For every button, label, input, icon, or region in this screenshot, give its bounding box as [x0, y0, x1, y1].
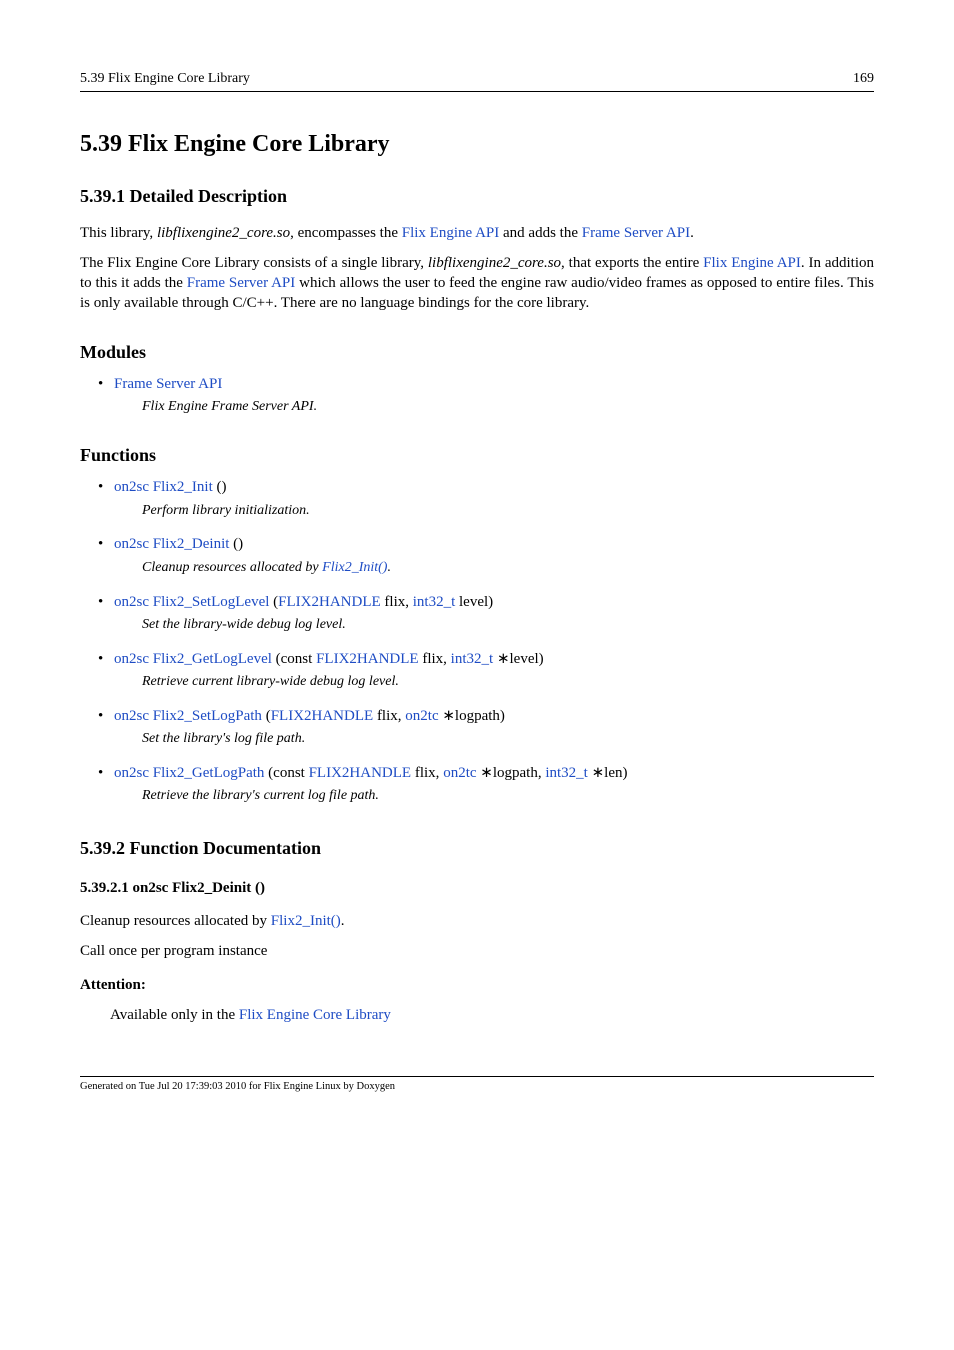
module-link[interactable]: Frame Server API: [114, 376, 222, 392]
list-item: on2sc Flix2_GetLogLevel (const FLIX2HAND…: [114, 649, 874, 692]
functions-list: on2sc Flix2_Init ()Perform library initi…: [80, 477, 874, 806]
api-link[interactable]: on2sc: [114, 708, 149, 724]
list-item: on2sc Flix2_Init ()Perform library initi…: [114, 477, 874, 520]
page-footer: Generated on Tue Jul 20 17:39:03 2010 fo…: [80, 1076, 874, 1094]
api-link[interactable]: on2sc: [114, 479, 149, 495]
frame-server-api-link[interactable]: Frame Server API: [187, 275, 296, 291]
list-item: on2sc Flix2_SetLogPath (FLIX2HANDLE flix…: [114, 706, 874, 749]
funcdoc-paragraph-1: Cleanup resources allocated by Flix2_Ini…: [80, 911, 874, 931]
flix2-init-link[interactable]: Flix2_Init(): [271, 913, 341, 929]
api-link[interactable]: on2tc: [405, 708, 438, 724]
api-link[interactable]: on2sc: [114, 536, 149, 552]
function-documentation-heading: 5.39.2 Function Documentation: [80, 836, 874, 860]
api-link[interactable]: Flix2_Init: [153, 479, 213, 495]
api-link[interactable]: on2sc: [114, 651, 149, 667]
library-filename: libflixengine2_core.so: [428, 255, 561, 271]
frame-server-api-link[interactable]: Frame Server API: [582, 225, 690, 241]
api-link[interactable]: FLIX2HANDLE: [309, 765, 412, 781]
api-link[interactable]: Flix2_Init(): [322, 560, 387, 575]
functions-heading: Functions: [80, 443, 874, 467]
api-link[interactable]: int32_t: [545, 765, 588, 781]
item-description: Cleanup resources allocated by Flix2_Ini…: [142, 559, 874, 578]
flix-engine-core-library-link[interactable]: Flix Engine Core Library: [239, 1007, 391, 1023]
list-item: on2sc Flix2_SetLogLevel (FLIX2HANDLE fli…: [114, 592, 874, 635]
attention-text: Available only in the Flix Engine Core L…: [110, 1005, 874, 1025]
api-link[interactable]: int32_t: [451, 651, 494, 667]
page-header: 5.39 Flix Engine Core Library 169: [80, 70, 874, 92]
api-link[interactable]: FLIX2HANDLE: [278, 594, 381, 610]
api-link[interactable]: Flix2_GetLogLevel: [153, 651, 272, 667]
list-item: on2sc Flix2_GetLogPath (const FLIX2HANDL…: [114, 763, 874, 806]
detailed-paragraph-2: The Flix Engine Core Library consists of…: [80, 253, 874, 314]
list-item: on2sc Flix2_Deinit ()Cleanup resources a…: [114, 534, 874, 577]
api-link[interactable]: Flix2_SetLogLevel: [153, 594, 270, 610]
detailed-description-heading: 5.39.1 Detailed Description: [80, 184, 874, 208]
funcdoc-paragraph-2: Call once per program instance: [80, 941, 874, 961]
item-description: Set the library-wide debug log level.: [142, 616, 874, 635]
api-link[interactable]: FLIX2HANDLE: [316, 651, 419, 667]
modules-list: Frame Server API Flix Engine Frame Server…: [80, 374, 874, 417]
attention-label: Attention:: [80, 975, 874, 995]
flix-engine-api-link[interactable]: Flix Engine API: [402, 225, 500, 241]
header-left: 5.39 Flix Engine Core Library: [80, 70, 250, 89]
library-filename: libflixengine2_core.so: [157, 225, 290, 241]
modules-heading: Modules: [80, 340, 874, 364]
api-link[interactable]: FLIX2HANDLE: [271, 708, 374, 724]
item-description: Flix Engine Frame Server API.: [142, 398, 874, 417]
item-description: Set the library's log file path.: [142, 730, 874, 749]
header-page-number: 169: [853, 70, 874, 89]
list-item: Frame Server API Flix Engine Frame Server…: [114, 374, 874, 417]
item-description: Retrieve current library-wide debug log …: [142, 673, 874, 692]
section-title: 5.39 Flix Engine Core Library: [80, 128, 874, 160]
api-link[interactable]: Flix2_SetLogPath: [153, 708, 262, 724]
function-item-heading: 5.39.2.1 on2sc Flix2_Deinit (): [80, 878, 874, 898]
api-link[interactable]: Flix2_Deinit: [153, 536, 230, 552]
api-link[interactable]: Flix2_GetLogPath: [153, 765, 265, 781]
detailed-paragraph-1: This library, libflixengine2_core.so, en…: [80, 223, 874, 243]
api-link[interactable]: on2sc: [114, 594, 149, 610]
flix-engine-api-link[interactable]: Flix Engine API: [703, 255, 801, 271]
item-description: Perform library initialization.: [142, 502, 874, 521]
api-link[interactable]: on2tc: [443, 765, 476, 781]
api-link[interactable]: on2sc: [114, 765, 149, 781]
item-description: Retrieve the library's current log file …: [142, 787, 874, 806]
api-link[interactable]: int32_t: [413, 594, 456, 610]
